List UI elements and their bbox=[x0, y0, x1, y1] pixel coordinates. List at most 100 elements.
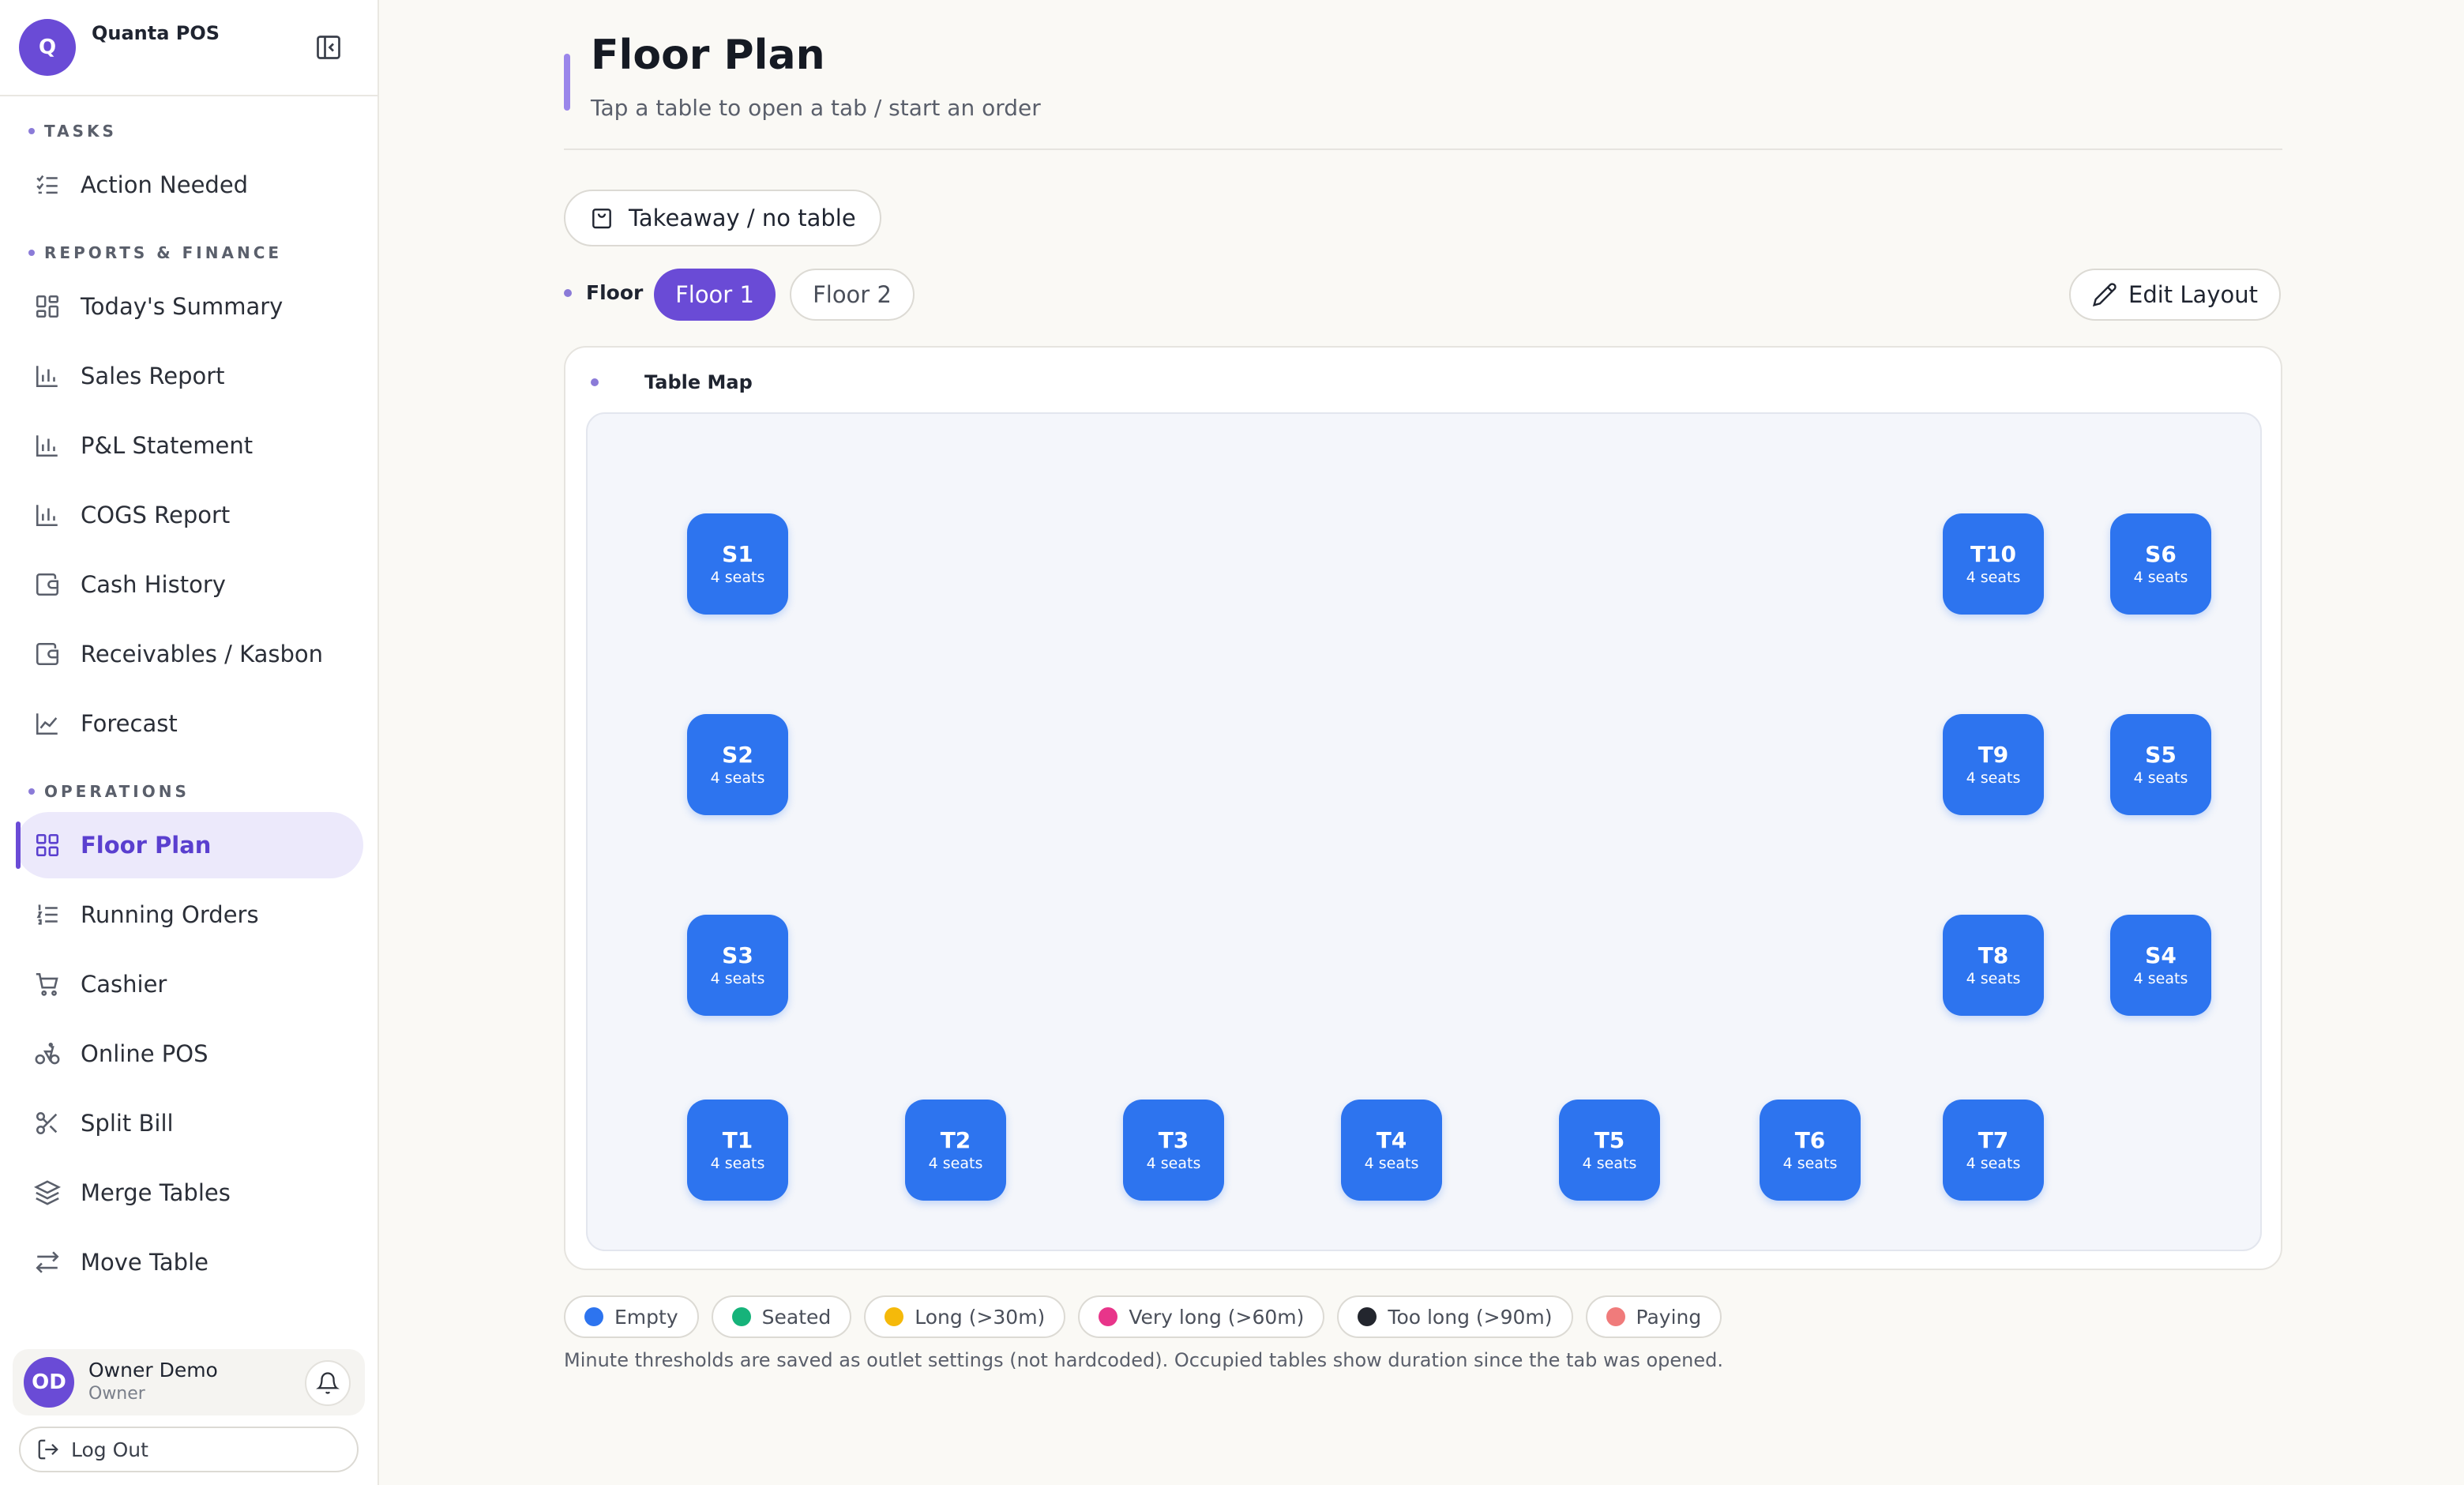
table-t4[interactable]: T4 4 seats bbox=[1341, 1100, 1442, 1201]
title-accent-bar bbox=[564, 54, 570, 111]
table-name: T4 bbox=[1376, 1127, 1407, 1153]
table-t9[interactable]: T9 4 seats bbox=[1943, 714, 2044, 815]
legend-empty: Empty bbox=[564, 1295, 699, 1338]
bar-chart-icon bbox=[32, 499, 63, 531]
page-title: Floor Plan bbox=[591, 32, 825, 79]
scissors-icon bbox=[32, 1107, 63, 1139]
table-seats: 4 seats bbox=[1364, 1155, 1419, 1172]
sidebar-item-label: COGS Report bbox=[81, 502, 231, 528]
takeaway-button[interactable]: Takeaway / no table bbox=[564, 190, 881, 246]
sidebar-item-cogs-report[interactable]: COGS Report bbox=[16, 482, 363, 548]
table-seats: 4 seats bbox=[710, 970, 765, 987]
sidebar-item-todays-summary[interactable]: Today's Summary bbox=[16, 273, 363, 340]
user-name: Owner Demo bbox=[88, 1359, 218, 1382]
section-label-operations: OPERATIONS bbox=[28, 782, 190, 801]
legend-label: Empty bbox=[614, 1305, 678, 1329]
table-seats: 4 seats bbox=[1966, 769, 2021, 787]
table-seats: 4 seats bbox=[1782, 1155, 1838, 1172]
status-swatch bbox=[584, 1307, 603, 1326]
collapse-sidebar-button[interactable] bbox=[313, 32, 344, 63]
table-seats: 4 seats bbox=[710, 1155, 765, 1172]
floor-label: Floor bbox=[564, 281, 643, 304]
table-seats: 4 seats bbox=[710, 769, 765, 787]
table-name: T9 bbox=[1978, 742, 2009, 768]
notifications-button[interactable] bbox=[305, 1360, 351, 1406]
table-name: T7 bbox=[1978, 1127, 2009, 1153]
table-t5[interactable]: T5 4 seats bbox=[1559, 1100, 1660, 1201]
sidebar-item-running-orders[interactable]: Running Orders bbox=[16, 882, 363, 948]
sidebar-item-forecast[interactable]: Forecast bbox=[16, 690, 363, 757]
sidebar-item-cashier[interactable]: Cashier bbox=[16, 951, 363, 1017]
legend-very-long: Very long (>60m) bbox=[1078, 1295, 1325, 1338]
table-s6[interactable]: S6 4 seats bbox=[2110, 513, 2211, 615]
status-swatch bbox=[1606, 1307, 1625, 1326]
table-t7[interactable]: T7 4 seats bbox=[1943, 1100, 2044, 1201]
layers-icon bbox=[32, 1177, 63, 1209]
brand-header: Q Quanta POS bbox=[0, 0, 379, 96]
edit-layout-button[interactable]: Edit Layout bbox=[2069, 269, 2281, 321]
sidebar-item-pl-statement[interactable]: P&L Statement bbox=[16, 412, 363, 479]
sidebar-item-floor-plan[interactable]: Floor Plan bbox=[16, 812, 363, 878]
shopping-bag-icon bbox=[592, 209, 611, 229]
bar-chart-icon bbox=[32, 360, 63, 392]
sidebar-item-cash-history[interactable]: Cash History bbox=[16, 551, 363, 618]
table-name: T3 bbox=[1158, 1127, 1189, 1153]
wallet-icon bbox=[32, 638, 63, 670]
status-swatch bbox=[731, 1307, 751, 1326]
sidebar-item-split-bill[interactable]: Split Bill bbox=[16, 1090, 363, 1156]
table-map-title: Table Map bbox=[591, 371, 753, 393]
legend-label: Long (>30m) bbox=[915, 1305, 1046, 1329]
sidebar: Q Quanta POS TASKS Action Needed REPORTS… bbox=[0, 0, 379, 1485]
logout-icon bbox=[38, 1439, 58, 1460]
tab-floor-1[interactable]: Floor 1 bbox=[654, 269, 776, 321]
user-role: Owner bbox=[88, 1384, 145, 1404]
brand-logo: Q bbox=[19, 19, 76, 76]
legend-label: Seated bbox=[761, 1305, 832, 1329]
table-t10[interactable]: T10 4 seats bbox=[1943, 513, 2044, 615]
table-name: T6 bbox=[1794, 1127, 1826, 1153]
threshold-note: Minute thresholds are saved as outlet se… bbox=[564, 1349, 1724, 1371]
line-chart-icon bbox=[32, 708, 63, 739]
table-t3[interactable]: T3 4 seats bbox=[1123, 1100, 1224, 1201]
table-s3[interactable]: S3 4 seats bbox=[687, 915, 788, 1016]
table-seats: 4 seats bbox=[2133, 569, 2188, 586]
table-t2[interactable]: T2 4 seats bbox=[905, 1100, 1006, 1201]
logout-button[interactable]: Log Out bbox=[19, 1427, 359, 1472]
brand-name: Quanta POS bbox=[92, 22, 220, 44]
table-name: S3 bbox=[722, 942, 753, 968]
legend-label: Paying bbox=[1636, 1305, 1702, 1329]
table-seats: 4 seats bbox=[2133, 769, 2188, 787]
table-name: T2 bbox=[940, 1127, 971, 1153]
table-s1[interactable]: S1 4 seats bbox=[687, 513, 788, 615]
sidebar-item-receivables[interactable]: Receivables / Kasbon bbox=[16, 621, 363, 687]
table-seats: 4 seats bbox=[1966, 970, 2021, 987]
sidebar-item-label: Merge Tables bbox=[81, 1179, 231, 1206]
sidebar-item-move-table[interactable]: Move Table bbox=[16, 1229, 363, 1295]
tab-floor-2[interactable]: Floor 2 bbox=[790, 269, 915, 321]
table-t1[interactable]: T1 4 seats bbox=[687, 1100, 788, 1201]
table-name: S6 bbox=[2145, 541, 2177, 567]
avatar: OD bbox=[24, 1357, 74, 1408]
legend-paying: Paying bbox=[1585, 1295, 1722, 1338]
sidebar-item-label: Forecast bbox=[81, 710, 178, 737]
table-s5[interactable]: S5 4 seats bbox=[2110, 714, 2211, 815]
table-seats: 4 seats bbox=[710, 569, 765, 586]
table-seats: 4 seats bbox=[1146, 1155, 1201, 1172]
table-t6[interactable]: T6 4 seats bbox=[1760, 1100, 1861, 1201]
table-name: S1 bbox=[722, 541, 753, 567]
sidebar-item-merge-tables[interactable]: Merge Tables bbox=[16, 1160, 363, 1226]
table-s4[interactable]: S4 4 seats bbox=[2110, 915, 2211, 1016]
table-s2[interactable]: S2 4 seats bbox=[687, 714, 788, 815]
sidebar-item-label: Cashier bbox=[81, 971, 167, 998]
table-t8[interactable]: T8 4 seats bbox=[1943, 915, 2044, 1016]
sidebar-item-action-needed[interactable]: Action Needed bbox=[16, 152, 363, 218]
edit-layout-label: Edit Layout bbox=[2128, 281, 2258, 308]
table-name: S4 bbox=[2145, 942, 2177, 968]
table-name: T1 bbox=[722, 1127, 753, 1153]
sidebar-item-online-pos[interactable]: Online POS bbox=[16, 1021, 363, 1087]
legend-long: Long (>30m) bbox=[864, 1295, 1066, 1338]
sidebar-scroll-fade bbox=[0, 1303, 377, 1335]
status-swatch bbox=[885, 1307, 904, 1326]
table-seats: 4 seats bbox=[1582, 1155, 1637, 1172]
sidebar-item-sales-report[interactable]: Sales Report bbox=[16, 343, 363, 409]
